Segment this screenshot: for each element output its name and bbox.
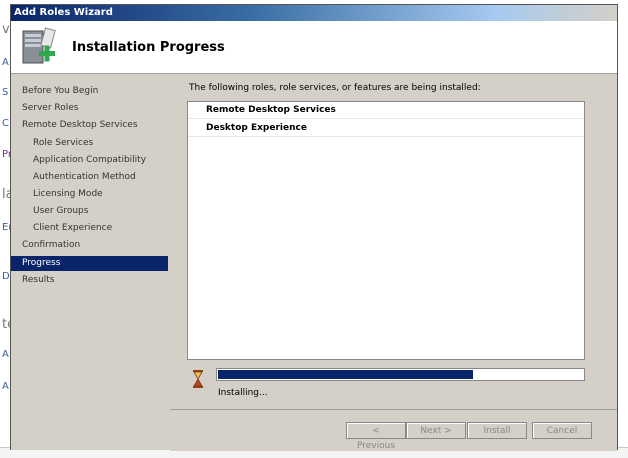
install-status-text: Installing... (218, 388, 268, 398)
page-title: Installation Progress (72, 40, 225, 55)
nav-step-application-compatibility[interactable]: Application Compatibility (11, 153, 168, 168)
next-button[interactable]: Next > (406, 422, 466, 439)
background-text-fragment: v (2, 22, 10, 37)
nav-step-results[interactable]: Results (11, 273, 168, 288)
server-add-icon (22, 27, 56, 64)
title-bar[interactable]: Add Roles Wizard (11, 5, 617, 21)
nav-step-authentication-method[interactable]: Authentication Method (11, 170, 168, 185)
wizard-footer: < Previous Next > Install Cancel (170, 409, 617, 451)
add-roles-wizard-window: Add Roles Wizard Installation Progress B… (10, 4, 618, 451)
list-item-remote-desktop-services[interactable]: Remote Desktop Services (188, 102, 584, 119)
wizard-header: Installation Progress (11, 21, 617, 74)
progress-bar-fill (218, 370, 473, 379)
background-link-fragment[interactable]: A (2, 57, 9, 68)
nav-step-server-roles[interactable]: Server Roles (11, 101, 168, 116)
background-link-fragment[interactable]: A (2, 349, 9, 360)
nav-step-confirmation[interactable]: Confirmation (11, 238, 168, 253)
nav-step-before-you-begin[interactable]: Before You Begin (11, 84, 168, 99)
nav-step-client-experience[interactable]: Client Experience (11, 221, 168, 236)
hourglass-icon (193, 370, 203, 388)
nav-step-user-groups[interactable]: User Groups (11, 204, 168, 219)
nav-step-progress[interactable]: Progress (11, 256, 168, 271)
nav-step-remote-desktop-services[interactable]: Remote Desktop Services (11, 118, 168, 133)
install-progress-bar (216, 368, 585, 381)
previous-button[interactable]: < Previous (346, 422, 406, 451)
background-link-fragment[interactable]: C (2, 118, 9, 129)
installation-progress-panel: The following roles, role services, or f… (170, 74, 617, 409)
window-title: Add Roles Wizard (14, 7, 113, 18)
installing-intro-text: The following roles, role services, or f… (189, 83, 481, 93)
background-link-fragment[interactable]: A (2, 381, 9, 392)
list-item-desktop-experience[interactable]: Desktop Experience (188, 120, 584, 137)
background-link-fragment[interactable]: D (2, 271, 10, 282)
nav-step-licensing-mode[interactable]: Licensing Mode (11, 187, 168, 202)
wizard-step-nav: Before You Begin Server Roles Remote Des… (11, 74, 170, 450)
installing-items-list[interactable]: Remote Desktop Services Desktop Experien… (187, 101, 585, 360)
cancel-button[interactable]: Cancel (532, 422, 592, 439)
background-link-fragment[interactable]: S (2, 87, 8, 98)
install-button[interactable]: Install (467, 422, 527, 439)
nav-step-role-services[interactable]: Role Services (11, 136, 168, 151)
